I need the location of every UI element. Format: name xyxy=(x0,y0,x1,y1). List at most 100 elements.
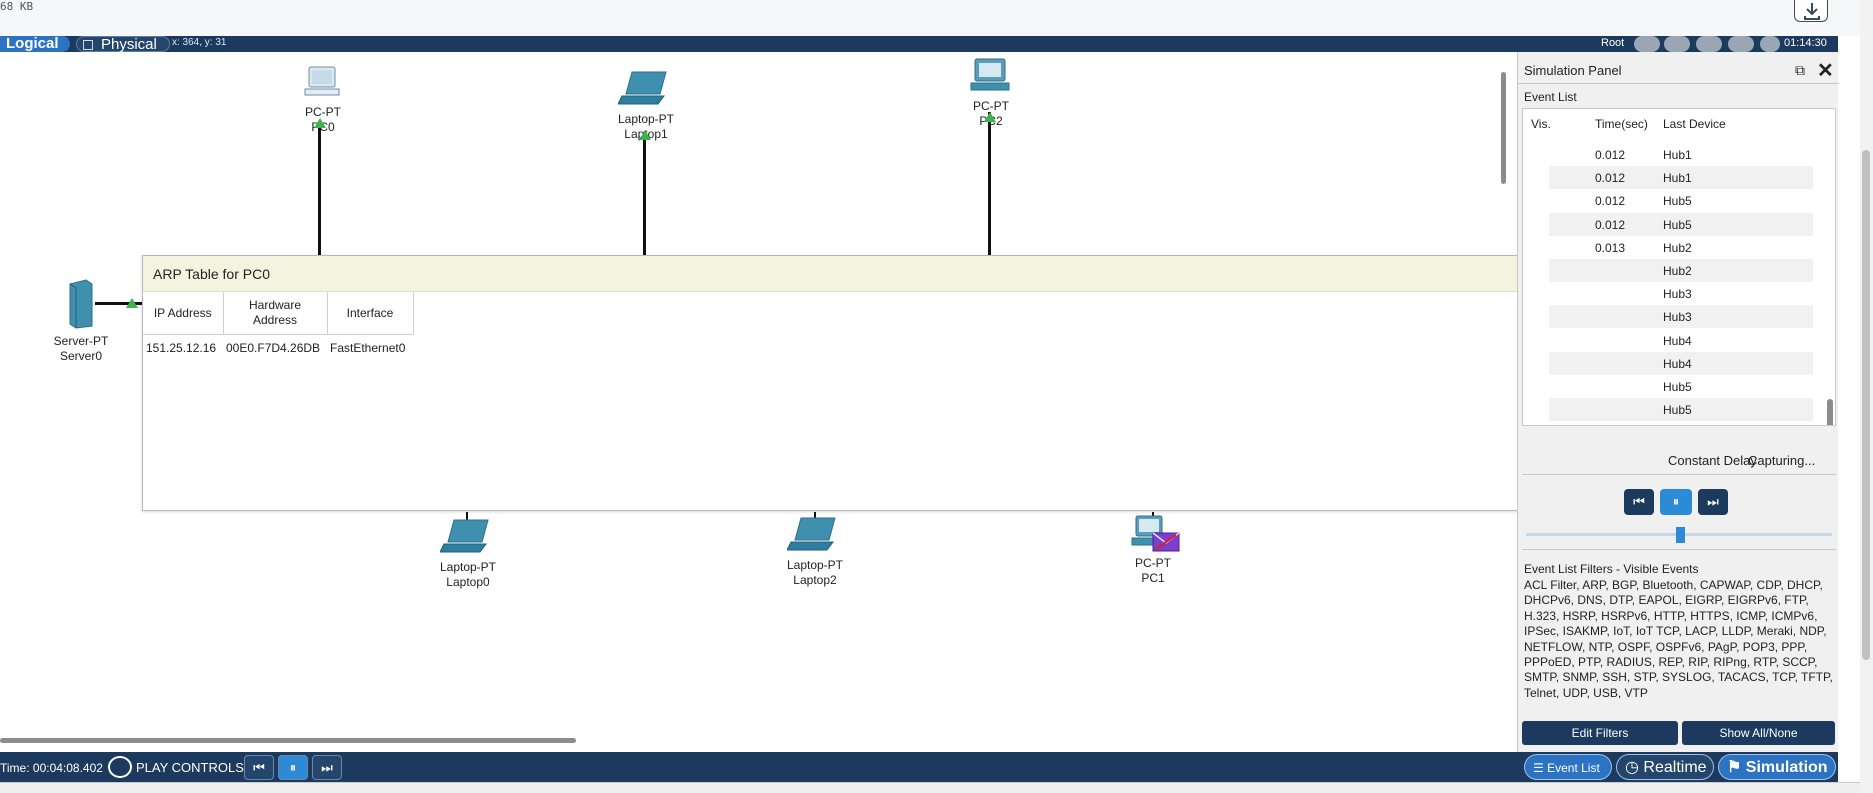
clock-time: 01:14:30 xyxy=(1784,37,1827,49)
event-list-table[interactable]: Vis. Time(sec) Last Device 0.012 Hub1 0.01… xyxy=(1522,108,1836,426)
close-panel-icon[interactable]: ✕ xyxy=(1817,58,1834,83)
arp-table: IP Address Hardware Address Interface 15… xyxy=(143,292,414,361)
event-row[interactable]: Hub5 xyxy=(1549,375,1813,398)
event-row[interactable]: 0.012 Hub5 xyxy=(1549,212,1813,236)
event-row[interactable]: Hub3 xyxy=(1549,305,1813,329)
link-status-up-icon xyxy=(126,298,138,308)
tab-logical-label: Logical xyxy=(6,35,59,52)
event-time: 0.012 xyxy=(1595,148,1626,162)
edit-filters-button[interactable]: Edit Filters xyxy=(1522,721,1678,745)
event-row[interactable]: Hub4 xyxy=(1549,351,1813,375)
event-row[interactable]: Hub3 xyxy=(1549,282,1813,305)
show-all-none-button[interactable]: Show All/None xyxy=(1682,721,1835,745)
play-pause-button[interactable]: ⏸ xyxy=(1660,489,1692,515)
device-server0[interactable]: Server-PT Server0 xyxy=(46,278,116,364)
event-list-scrollbar[interactable] xyxy=(1827,399,1833,425)
simulation-label: Simulation xyxy=(1745,759,1828,776)
event-list-toggle[interactable]: ☰ Event List xyxy=(1524,754,1612,780)
event-row[interactable]: 0.013 Hub2 xyxy=(1549,236,1813,259)
event-last-device: Hub3 xyxy=(1663,310,1692,325)
event-last-device: Hub5 xyxy=(1663,194,1692,209)
tab-logical[interactable]: Logical xyxy=(0,36,70,52)
play-controls-label: PLAY CONTROLS: xyxy=(136,760,248,775)
workspace-vertical-scrollbar[interactable] xyxy=(1501,72,1506,184)
visible-events-list: ACL Filter, ARP, BGP, Bluetooth, CAPWAP,… xyxy=(1524,578,1833,700)
device-type-label: Laptop-PT xyxy=(786,558,844,572)
device-laptop2[interactable]: Laptop-PT Laptop2 xyxy=(775,516,855,588)
event-last-device: Hub3 xyxy=(1663,287,1692,302)
device-laptop0[interactable]: Laptop-PT Laptop0 xyxy=(428,518,508,590)
simulation-controls: ⏮ ⏸ ⏭ xyxy=(1522,474,1836,550)
reset-time-icon[interactable] xyxy=(108,756,132,778)
arp-dialog-titlebar[interactable]: ARP Table for PC0 × xyxy=(143,256,1675,292)
event-row[interactable]: 0.012 Hub5 xyxy=(1549,189,1813,212)
ip-address-cell: 151.25.12.16 xyxy=(146,341,217,355)
device-name-label: Laptop2 xyxy=(793,573,837,587)
laptop-icon xyxy=(439,519,489,553)
device-type-label: Laptop-PT xyxy=(439,560,497,574)
simulation-mode-tab[interactable]: ⚑ Simulation xyxy=(1718,754,1836,780)
device-type-label: PC-PT xyxy=(1135,556,1171,570)
step-back-button[interactable]: ⏮ xyxy=(1624,489,1654,515)
root-label: Root xyxy=(1601,37,1625,49)
header-vis: Vis. xyxy=(1531,117,1551,131)
table-row[interactable]: 151.25.12.16 00E0.F7D4.26DB FastEthernet… xyxy=(143,335,413,362)
laptop-icon xyxy=(617,71,667,105)
constant-delay-label[interactable]: Constant Delay xyxy=(1668,453,1757,468)
cursor-coordinates: x: 364, y: 31 xyxy=(172,37,227,48)
download-button[interactable] xyxy=(1794,0,1828,22)
device-palette-strip xyxy=(0,782,1873,793)
top-strip: 68 KB xyxy=(0,0,1873,36)
hardware-address-cell: 00E0.F7D4.26DB xyxy=(226,341,321,355)
event-time: 0.012 xyxy=(1595,171,1626,186)
viewport-icon[interactable] xyxy=(1760,36,1780,52)
list-icon: ☰ xyxy=(1533,761,1548,775)
realtime-mode-tab[interactable]: ◷ Realtime xyxy=(1616,754,1714,780)
event-last-device: Hub2 xyxy=(1663,264,1692,278)
event-list-label: Event List xyxy=(1524,90,1577,104)
header-time: Time(sec) xyxy=(1595,117,1648,131)
event-time: 0.013 xyxy=(1595,240,1626,255)
column-hardware-address[interactable]: Hardware Address xyxy=(223,292,328,335)
runner-icon: ⚑ xyxy=(1727,759,1746,776)
interface-cell: FastEthernet0 xyxy=(330,341,406,355)
event-last-device: Hub4 xyxy=(1663,356,1692,371)
background-image-icon[interactable] xyxy=(1728,36,1754,52)
event-last-device: Hub1 xyxy=(1663,148,1692,162)
cluster-icon[interactable] xyxy=(1664,36,1690,52)
event-time: 0.012 xyxy=(1595,217,1626,232)
clock-icon: ◷ xyxy=(1625,759,1644,776)
server-icon xyxy=(69,279,93,329)
link-status-up-icon xyxy=(984,112,996,122)
speed-slider-handle[interactable] xyxy=(1676,527,1685,543)
event-last-device: Hub5 xyxy=(1663,403,1692,418)
page-scrollbar-thumb[interactable] xyxy=(1862,150,1870,660)
event-row[interactable]: 0.012 Hub1 xyxy=(1549,166,1813,190)
simulation-time: Time: 00:04:08.402 xyxy=(0,761,103,775)
column-interface[interactable]: Interface xyxy=(327,292,414,335)
event-row[interactable]: Hub2 xyxy=(1549,259,1813,282)
back-icon[interactable] xyxy=(1634,36,1660,52)
event-last-device: Hub4 xyxy=(1663,333,1692,348)
device-name-label: PC1 xyxy=(1141,571,1165,585)
tab-physical[interactable]: Physical xyxy=(76,36,170,53)
move-icon[interactable] xyxy=(1696,36,1722,52)
header-last-device: Last Device xyxy=(1663,117,1726,131)
restore-window-icon[interactable]: ⧉ xyxy=(1795,62,1805,79)
realtime-label: Realtime xyxy=(1643,759,1707,776)
step-forward-button[interactable]: ⏭ xyxy=(1698,489,1728,515)
event-list-toggle-label: Event List xyxy=(1547,761,1600,775)
column-ip-address[interactable]: IP Address xyxy=(143,292,224,335)
device-type-label: Server-PT xyxy=(53,334,109,348)
capturing-status: Capturing... xyxy=(1748,453,1816,468)
workspace-horizontal-scrollbar[interactable] xyxy=(0,738,576,743)
workspace-toolbar: Logical Physical x: 364, y: 31 Root 01:1… xyxy=(0,36,1838,53)
pc-icon xyxy=(970,58,1010,91)
event-row[interactable]: Hub4 xyxy=(1549,329,1813,352)
event-row[interactable]: 0.012 Hub1 xyxy=(1549,143,1813,166)
simulation-panel-header: Simulation Panel ⧉ ✕ xyxy=(1518,52,1839,84)
forward-button[interactable]: ⏭ xyxy=(312,755,342,780)
pause-button[interactable]: ⏸ xyxy=(278,755,308,780)
event-row[interactable]: Hub5 xyxy=(1549,398,1813,422)
back-button[interactable]: ⏮ xyxy=(244,755,274,780)
